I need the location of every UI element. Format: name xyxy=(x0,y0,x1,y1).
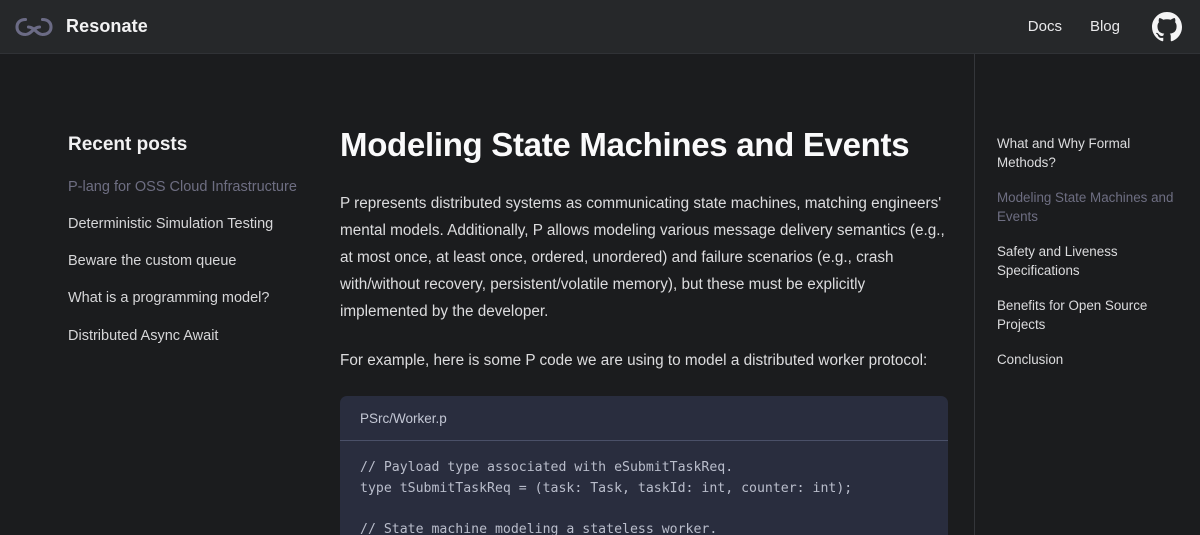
sidebar-item-programming-model[interactable]: What is a programming model? xyxy=(68,289,330,307)
sidebar-item-deterministic-simulation-testing[interactable]: Deterministic Simulation Testing xyxy=(68,215,330,233)
toc-item-modeling-state-machines-and-events[interactable]: Modeling State Machines and Events xyxy=(997,188,1186,227)
infinity-icon xyxy=(15,17,53,36)
article-content: Modeling State Machines and Events P rep… xyxy=(330,54,948,535)
code-block-content[interactable]: // Payload type associated with eSubmitT… xyxy=(340,441,948,535)
nav-link-docs[interactable]: Docs xyxy=(1028,18,1062,35)
toc-item-what-and-why-formal-methods[interactable]: What and Why Formal Methods? xyxy=(997,134,1186,173)
nav-links: Docs Blog xyxy=(1028,11,1182,42)
brand-name: Resonate xyxy=(66,16,148,36)
table-of-contents: What and Why Formal Methods? Modeling St… xyxy=(974,54,1200,535)
top-navbar: Resonate Docs Blog xyxy=(0,0,1200,54)
code-block: PSrc/Worker.p // Payload type associated… xyxy=(340,396,948,535)
article-paragraph-2: For example, here is some P code we are … xyxy=(340,352,928,370)
page-body: Recent posts P-lang for OSS Cloud Infras… xyxy=(0,54,1200,535)
code-block-filename: PSrc/Worker.p xyxy=(340,396,948,442)
brand-logo-link[interactable]: Resonate xyxy=(14,14,148,40)
sidebar-item-distributed-async-await[interactable]: Distributed Async Await xyxy=(68,327,330,345)
sidebar-item-p-lang[interactable]: P-lang for OSS Cloud Infrastructure xyxy=(68,178,330,196)
article-paragraph-1: P represents distributed systems as comm… xyxy=(340,194,945,321)
nav-link-blog[interactable]: Blog xyxy=(1090,18,1120,35)
sidebar-item-beware-custom-queue[interactable]: Beware the custom queue xyxy=(68,252,330,270)
sidebar-heading: Recent posts xyxy=(68,134,188,155)
toc-item-safety-and-liveness-specifications[interactable]: Safety and Liveness Specifications xyxy=(997,242,1186,281)
page-title: Modeling State Machines and Events xyxy=(340,126,910,163)
github-icon[interactable] xyxy=(1152,11,1182,42)
recent-posts-list: P-lang for OSS Cloud Infrastructure Dete… xyxy=(68,178,330,345)
toc-item-benefits-for-open-source-projects[interactable]: Benefits for Open Source Projects xyxy=(997,296,1186,335)
recent-posts-sidebar: Recent posts P-lang for OSS Cloud Infras… xyxy=(0,54,330,364)
toc-item-conclusion[interactable]: Conclusion xyxy=(997,350,1186,369)
